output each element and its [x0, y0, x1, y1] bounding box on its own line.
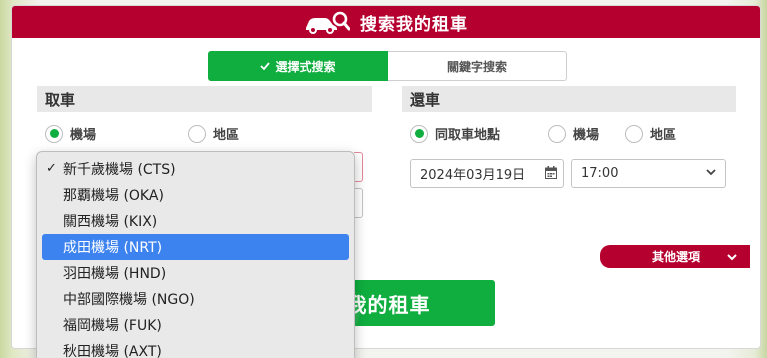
return-date-value: 2024年03月19日	[420, 168, 526, 183]
radio-label: 機場	[573, 128, 600, 143]
dropdown-option-highlighted[interactable]: 成田機場 (NRT)	[42, 234, 349, 260]
option-label: 羽田機場 (HND)	[63, 266, 167, 282]
radio-label: 地區	[213, 128, 240, 143]
pickup-radio-area[interactable]: 地區	[188, 124, 239, 143]
return-time-select[interactable]: 17:00	[571, 159, 726, 188]
radio-unchecked-icon[interactable]	[625, 124, 644, 143]
return-section-title: 還車	[402, 86, 736, 112]
return-date-field[interactable]: 2024年03月19日	[410, 159, 564, 188]
return-time-value: 17:00	[581, 166, 619, 181]
page-title: 搜索我的租車	[360, 14, 468, 35]
pickup-radio-airport[interactable]: 機場	[45, 124, 96, 143]
pickup-section-title: 取車	[37, 86, 372, 112]
tab-selective-search[interactable]: 選擇式搜索	[208, 51, 388, 81]
tab-keyword-search[interactable]: 關鍵字搜索	[388, 51, 567, 81]
tab-label: 選擇式搜索	[275, 59, 336, 74]
dropdown-option[interactable]: 關西機場 (KIX)	[42, 208, 349, 234]
pickup-type-radios: 機場 地區	[45, 124, 239, 143]
chevron-down-icon	[706, 169, 716, 176]
calendar-icon	[545, 166, 557, 179]
radio-unchecked-icon[interactable]	[188, 124, 207, 143]
search-mode-tabs: 選擇式搜索 關鍵字搜索	[208, 51, 567, 81]
radio-label: 地區	[650, 128, 677, 143]
pickup-title-text: 取車	[45, 90, 76, 109]
option-label: 秋田機場 (AXT)	[63, 344, 162, 358]
radio-label: 機場	[70, 128, 97, 143]
dropdown-option[interactable]: 秋田機場 (AXT)	[42, 338, 349, 358]
pickup-airport-select-edge[interactable]	[354, 152, 363, 182]
dropdown-option[interactable]: 中部國際機場 (NGO)	[42, 286, 349, 312]
dropdown-option[interactable]: ✓ 新千歲機場 (CTS)	[42, 156, 349, 182]
dropdown-option[interactable]: 福岡機場 (FUK)	[42, 312, 349, 338]
dropdown-option[interactable]: 羽田機場 (HND)	[42, 260, 349, 286]
option-label: 福岡機場 (FUK)	[63, 318, 162, 334]
radio-checked-icon[interactable]	[45, 124, 63, 143]
option-label: 新千歲機場 (CTS)	[63, 162, 176, 178]
radio-unchecked-icon[interactable]	[548, 124, 567, 143]
more-options-button[interactable]: 其他選項	[600, 245, 750, 268]
return-radio-same-location[interactable]: 同取車地點	[410, 124, 500, 143]
return-radio-airport[interactable]: 機場	[548, 124, 599, 143]
more-options-label: 其他選項	[651, 250, 700, 264]
return-title-text: 還車	[410, 90, 441, 109]
chevron-down-icon	[727, 253, 737, 260]
check-icon	[260, 62, 271, 70]
option-label: 那覇機場 (OKA)	[63, 188, 164, 204]
return-type-radios: 同取車地點 機場 地區	[410, 124, 676, 143]
car-search-icon	[306, 11, 350, 34]
option-label: 中部國際機場 (NGO)	[63, 292, 195, 308]
radio-checked-icon[interactable]	[410, 124, 428, 143]
option-label: 關西機場 (KIX)	[63, 214, 158, 230]
checkmark-icon: ✓	[46, 161, 57, 176]
pickup-date-field-edge[interactable]	[354, 188, 363, 218]
dropdown-option[interactable]: 那覇機場 (OKA)	[42, 182, 349, 208]
tab-label: 關鍵字搜索	[446, 59, 507, 74]
option-label: 成田機場 (NRT)	[63, 240, 163, 256]
radio-label: 同取車地點	[435, 128, 501, 143]
return-radio-area[interactable]: 地區	[625, 124, 676, 143]
airport-dropdown-menu[interactable]: ✓ 新千歲機場 (CTS) 那覇機場 (OKA) 關西機場 (KIX) 成田機場 …	[36, 151, 355, 358]
panel-header: 搜索我的租車	[12, 6, 760, 38]
